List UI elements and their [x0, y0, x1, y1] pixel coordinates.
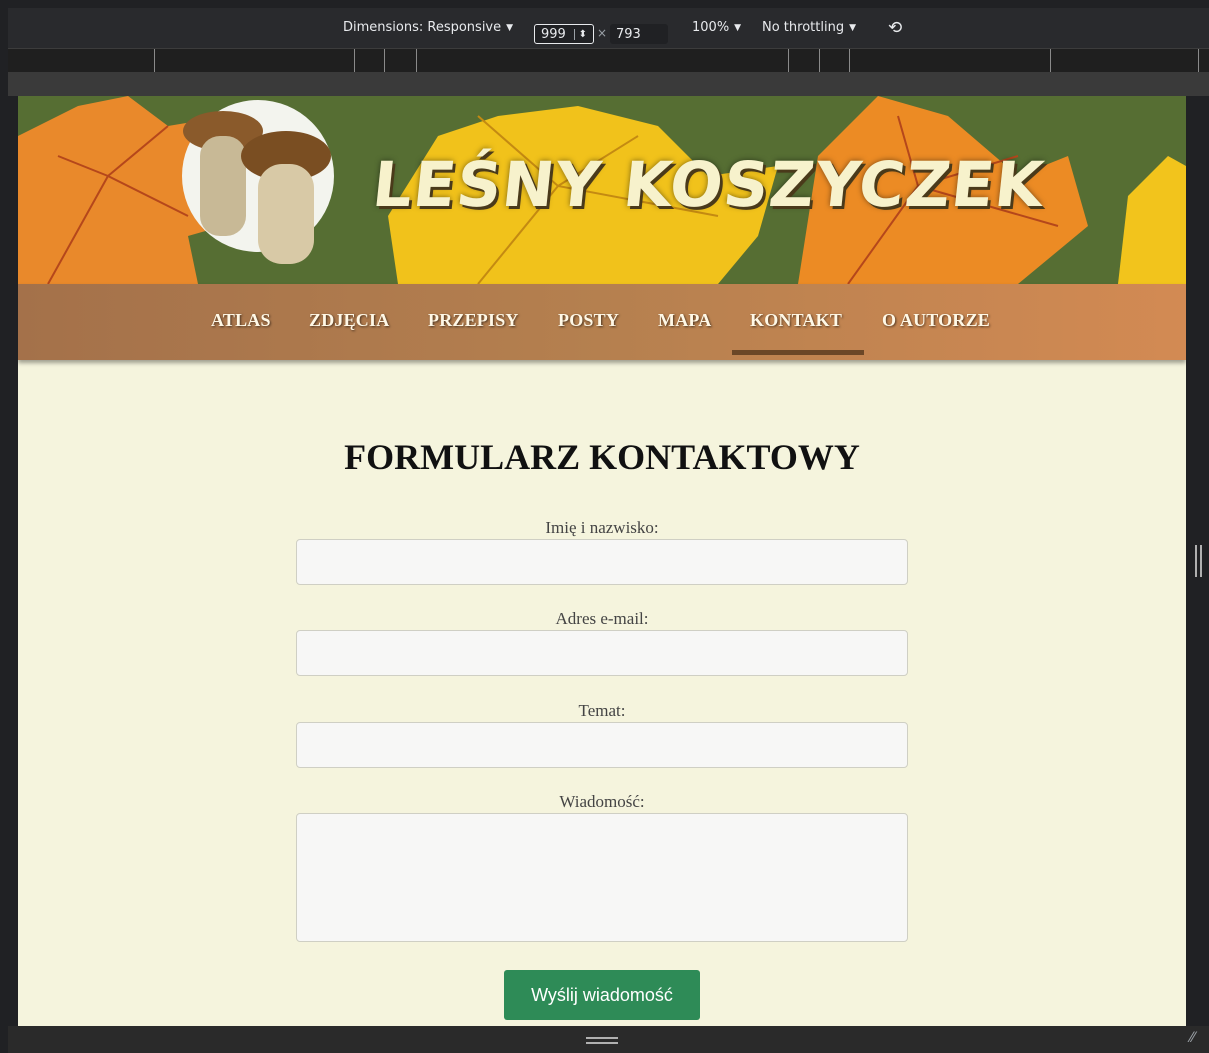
nav-item-o-autorze[interactable]: O AUTORZE: [882, 310, 990, 331]
viewport-height-resize-handle[interactable]: [586, 1037, 618, 1044]
site-banner: LEŚNY KOSZYCZEK: [18, 96, 1186, 284]
email-label: Adres e-mail:: [555, 609, 649, 628]
subject-label: Temat:: [578, 701, 626, 720]
throttling-dropdown[interactable]: No throttling ▼: [762, 20, 856, 35]
device-toolbar: Dimensions: Responsive ▼ 999 ⬍ × 793 100…: [8, 8, 1209, 73]
chevron-down-icon: ▼: [506, 22, 514, 33]
zoom-dropdown[interactable]: 100% ▼: [692, 20, 741, 35]
nav-item-przepisy[interactable]: PRZEPISY: [428, 310, 519, 331]
name-input[interactable]: [296, 539, 908, 585]
form-title: FORMULARZ KONTAKTOWY: [344, 437, 860, 477]
chevron-down-icon: ▼: [849, 22, 856, 33]
height-input[interactable]: 793: [610, 24, 668, 44]
nav-item-zdjecia[interactable]: ZDJĘCIA: [309, 310, 389, 331]
ruler-tick: [1198, 49, 1199, 73]
nav-item-posty[interactable]: POSTY: [558, 310, 619, 331]
email-input[interactable]: [296, 630, 908, 676]
device-toolbar-controls: Dimensions: Responsive ▼ 999 ⬍ × 793 100…: [8, 8, 1209, 48]
chevron-down-icon: ▼: [734, 22, 742, 33]
ruler-tick: [788, 49, 789, 73]
send-message-button[interactable]: Wyślij wiadomość: [504, 970, 700, 1020]
main-nav: ATLAS ZDJĘCIA PRZEPISY POSTY MAPA KONTAK…: [18, 284, 1186, 360]
times-sign: ×: [597, 26, 608, 40]
media-query-ruler[interactable]: [8, 48, 1209, 73]
stepper-icon[interactable]: ⬍: [573, 28, 587, 40]
site-title: LEŚNY KOSZYCZEK: [369, 148, 1048, 221]
rotate-icon: ⟲: [888, 18, 903, 38]
ruler-tick: [849, 49, 850, 73]
emulated-viewport: LEŚNY KOSZYCZEK ATLAS ZDJĘCIA PRZEPISY P…: [18, 96, 1186, 1026]
dimensions-label: Dimensions: Responsive: [343, 20, 502, 35]
subject-input[interactable]: [296, 722, 908, 768]
nav-item-mapa[interactable]: MAPA: [658, 310, 711, 331]
corner-resize-icon[interactable]: ⁄⁄: [1190, 1030, 1195, 1046]
ruler-tick: [1050, 49, 1051, 73]
nav-item-atlas[interactable]: ATLAS: [211, 310, 271, 331]
rotate-button[interactable]: ⟲: [888, 18, 902, 38]
active-nav-indicator: [732, 350, 864, 355]
height-value: 793: [616, 26, 641, 42]
ruler-tick: [354, 49, 355, 73]
throttling-label: No throttling: [762, 20, 845, 35]
message-textarea[interactable]: [296, 813, 908, 942]
name-label: Imię i nazwisko:: [545, 518, 659, 537]
zoom-label: 100%: [692, 20, 730, 35]
nav-item-kontakt[interactable]: KONTAKT: [750, 310, 842, 331]
viewport-width-resize-handle[interactable]: [1195, 545, 1202, 577]
width-value: 999: [541, 26, 566, 42]
width-input[interactable]: 999 ⬍: [534, 24, 594, 44]
dimensions-dropdown[interactable]: Dimensions: Responsive ▼: [343, 20, 513, 35]
ruler-tick: [154, 49, 155, 73]
ruler-tick: [384, 49, 385, 73]
viewport-margin: [8, 72, 1209, 96]
ruler-tick: [819, 49, 820, 73]
ruler-tick: [416, 49, 417, 73]
message-label: Wiadomość:: [559, 792, 645, 811]
